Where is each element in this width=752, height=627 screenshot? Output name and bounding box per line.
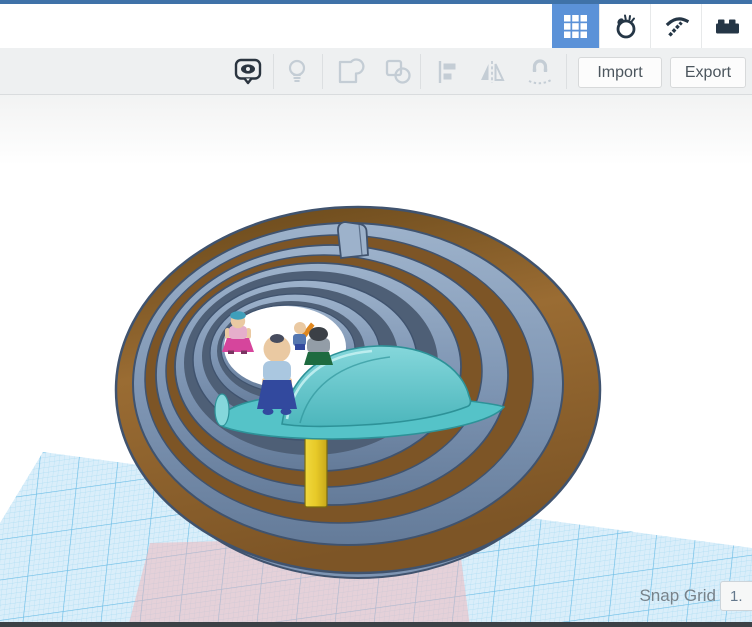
figure-torso (263, 361, 291, 382)
figure-legs (295, 344, 305, 350)
deck-left-endcap (214, 393, 230, 427)
figure-skirt (257, 380, 297, 409)
brick-icon (715, 19, 739, 33)
bouncing-ball-icon (616, 14, 635, 38)
coil-end-stub (337, 221, 369, 259)
toolbar-separator (322, 54, 323, 89)
mode-button-bricks[interactable] (701, 4, 752, 48)
mirror-tool-button[interactable] (477, 57, 507, 87)
export-button[interactable]: Export (670, 57, 746, 88)
grid-icon (564, 14, 587, 38)
figure-hair (270, 334, 284, 343)
group-tool-button[interactable] (335, 57, 365, 87)
mirror-icon (481, 61, 505, 83)
toolbar-separator (566, 54, 567, 89)
header-bar (0, 4, 752, 48)
toolbar-separator (420, 54, 421, 89)
figure-head (294, 322, 306, 334)
toolbar-separator (273, 54, 274, 89)
support-pole (304, 430, 328, 508)
window-bottom-edge (0, 622, 752, 627)
figure-foot (228, 350, 234, 354)
ungroup-tool-button[interactable] (383, 57, 413, 87)
show-hidden-tool-button[interactable] (282, 57, 312, 87)
toolbar: Import Export (0, 48, 752, 95)
magnet-tool-button[interactable] (525, 57, 555, 87)
design-viewport[interactable]: Snap Grid 1. (0, 95, 752, 627)
mode-button-3d-design[interactable] (552, 4, 599, 48)
align-icon (438, 61, 456, 83)
lightbulb-icon (288, 59, 306, 82)
align-tool-button[interactable] (433, 57, 463, 87)
pickaxe-icon (665, 16, 689, 37)
magnet-icon (528, 59, 552, 85)
figure-base (304, 352, 333, 365)
figure-skirt (222, 338, 254, 352)
figure-hat (230, 311, 246, 320)
group-icon (338, 58, 365, 84)
eye-bubble-icon (234, 58, 262, 85)
import-button[interactable]: Import (578, 57, 662, 88)
mode-button-sim-lab[interactable] (599, 4, 650, 48)
snap-grid-label: Snap Grid (639, 586, 716, 605)
figure-foot (241, 350, 247, 354)
editor-mode-switcher (552, 4, 752, 48)
figure-foot (280, 408, 292, 415)
snap-grid-dropdown[interactable]: 1. (720, 581, 752, 611)
mode-button-blocks[interactable] (650, 4, 701, 48)
scene-canvas[interactable] (0, 95, 752, 627)
figure-foot (262, 408, 274, 415)
figure-hair (309, 327, 328, 341)
show-all-tool-button[interactable] (233, 57, 263, 87)
ungroup-icon (385, 59, 411, 84)
